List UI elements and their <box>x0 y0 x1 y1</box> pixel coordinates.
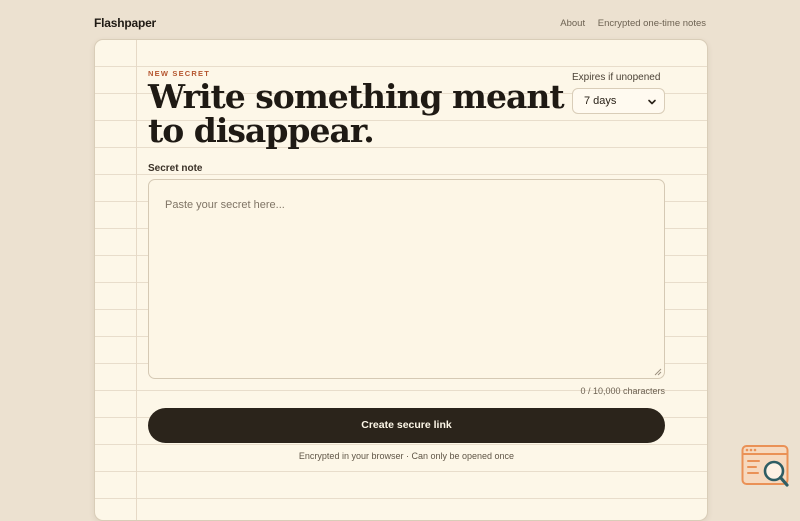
nav-link-about[interactable]: About <box>560 18 585 29</box>
character-count: 0 / 10,000 characters <box>580 386 665 396</box>
create-secure-link-button[interactable]: Create secure link <box>148 408 665 443</box>
page-title: Write something meant to disappear. <box>148 77 565 150</box>
expires-label: Expires if unopened <box>572 72 661 83</box>
expires-select[interactable]: 7 days <box>572 88 665 114</box>
search-browser-logo-icon <box>741 445 789 487</box>
expires-selected-value: 7 days <box>584 95 617 107</box>
security-footnote: Encrypted in your browser · Can only be … <box>298 451 515 461</box>
resize-handle-icon[interactable] <box>654 368 662 376</box>
secret-note-textarea[interactable]: Paste your secret here... <box>148 179 665 379</box>
brand-logo[interactable]: Flashpaper <box>94 16 156 30</box>
nav-link-encrypted-notes[interactable]: Encrypted one-time notes <box>598 18 706 29</box>
chevron-down-icon <box>648 99 656 105</box>
top-nav: About Encrypted one-time notes <box>550 18 706 29</box>
secret-note-placeholder: Paste your secret here... <box>165 199 285 211</box>
secret-note-label: Secret note <box>148 163 203 174</box>
